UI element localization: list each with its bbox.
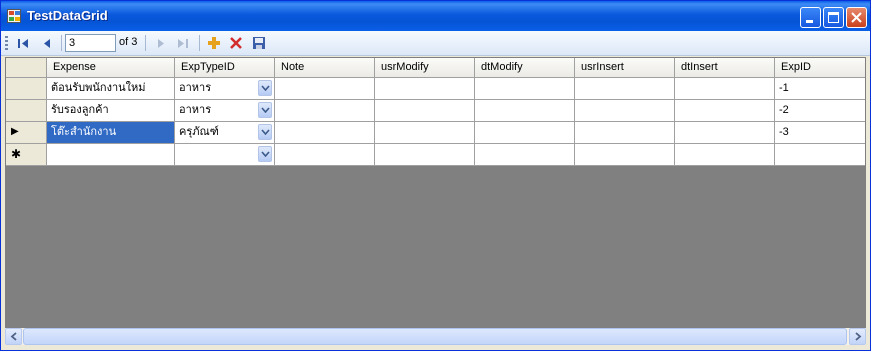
move-first-icon: [18, 39, 28, 48]
usrinsert-cell-new[interactable]: [575, 144, 675, 166]
expid-cell[interactable]: -1: [775, 78, 865, 100]
dtinsert-cell[interactable]: [675, 78, 775, 100]
delete-icon: [230, 37, 242, 49]
move-first-button[interactable]: [13, 34, 33, 52]
dropdown-button[interactable]: [258, 80, 272, 96]
app-window: TestDataGrid 3 of 3 Expense ExpTypeID No…: [0, 0, 871, 351]
corner-header[interactable]: [6, 58, 47, 78]
move-previous-button[interactable]: [37, 34, 57, 52]
save-button[interactable]: [249, 34, 269, 52]
expid-cell[interactable]: -3: [775, 122, 865, 144]
toolbar-grip[interactable]: [5, 36, 8, 50]
expense-cell[interactable]: ต้อนรับพนักงานใหม่: [47, 78, 175, 100]
dtmodify-cell[interactable]: [475, 78, 575, 100]
expense-cell[interactable]: รับรองลูกค้า: [47, 100, 175, 122]
minimize-button[interactable]: [800, 7, 821, 28]
add-new-button[interactable]: [204, 34, 224, 52]
row-header[interactable]: [6, 78, 47, 100]
column-header-usrinsert[interactable]: usrInsert: [575, 58, 675, 78]
column-header-usrmodify[interactable]: usrModify: [375, 58, 475, 78]
dropdown-arrow-icon: [260, 129, 270, 135]
dropdown-arrow-icon: [260, 107, 270, 113]
usrinsert-cell[interactable]: [575, 100, 675, 122]
maximize-icon: [828, 12, 839, 23]
column-header-note[interactable]: Note: [275, 58, 375, 78]
save-icon: [253, 37, 265, 49]
move-next-button[interactable]: [151, 34, 171, 52]
column-header-expense[interactable]: Expense: [47, 58, 175, 78]
scroll-right-icon: [854, 332, 861, 341]
note-cell[interactable]: [275, 100, 375, 122]
dropdown-button[interactable]: [258, 102, 272, 118]
column-header-dtmodify[interactable]: dtModify: [475, 58, 575, 78]
dtmodify-cell[interactable]: [475, 122, 575, 144]
usrmodify-cell-new[interactable]: [375, 144, 475, 166]
dtinsert-cell-new[interactable]: [675, 144, 775, 166]
exptype-cell-new[interactable]: [175, 144, 275, 166]
scroll-left-icon: [10, 332, 17, 341]
toolbar-separator: [145, 35, 146, 51]
usrmodify-cell[interactable]: [375, 100, 475, 122]
delete-button[interactable]: [226, 34, 246, 52]
note-cell[interactable]: [275, 122, 375, 144]
expid-cell[interactable]: -2: [775, 100, 865, 122]
scroll-thumb[interactable]: [23, 328, 847, 345]
binding-navigator: 3 of 3: [1, 31, 870, 56]
expense-cell-new[interactable]: [47, 144, 175, 166]
move-last-icon: [178, 39, 188, 48]
dtmodify-cell-new[interactable]: [475, 144, 575, 166]
move-previous-icon: [44, 39, 50, 48]
scroll-left-button[interactable]: [5, 328, 22, 345]
note-cell-new[interactable]: [275, 144, 375, 166]
horizontal-scrollbar[interactable]: [5, 328, 866, 345]
column-header-expid[interactable]: ExpID: [775, 58, 865, 78]
new-row-indicator[interactable]: ✱: [6, 144, 47, 166]
row-header[interactable]: [6, 100, 47, 122]
usrmodify-cell[interactable]: [375, 122, 475, 144]
expid-cell-new[interactable]: [775, 144, 865, 166]
toolbar-separator: [61, 35, 62, 51]
move-last-button[interactable]: [173, 34, 193, 52]
expense-cell-selected[interactable]: โต๊ะสำนักงาน: [47, 122, 175, 144]
exptype-value: อาหาร: [179, 104, 212, 116]
dtinsert-cell[interactable]: [675, 100, 775, 122]
title-bar[interactable]: TestDataGrid: [1, 1, 870, 31]
close-button[interactable]: [846, 7, 867, 28]
note-cell[interactable]: [275, 78, 375, 100]
scroll-right-button[interactable]: [849, 328, 866, 345]
toolbar-separator: [199, 35, 200, 51]
dropdown-arrow-icon: [260, 85, 270, 91]
dtinsert-cell[interactable]: [675, 122, 775, 144]
dropdown-arrow-icon: [260, 151, 270, 157]
close-icon: [851, 12, 862, 23]
dropdown-button[interactable]: [258, 146, 272, 162]
exptype-value: อาหาร: [179, 82, 212, 94]
usrinsert-cell[interactable]: [575, 122, 675, 144]
maximize-button[interactable]: [823, 7, 844, 28]
exptype-value: ครุภัณฑ์: [179, 126, 219, 138]
current-row-indicator[interactable]: ▶: [6, 122, 47, 144]
exptype-cell[interactable]: อาหาร: [175, 78, 275, 100]
dropdown-button[interactable]: [258, 124, 272, 140]
column-header-exptypeid[interactable]: ExpTypeID: [175, 58, 275, 78]
count-label: of 3: [119, 36, 138, 48]
data-grid[interactable]: Expense ExpTypeID Note usrModify dtModif…: [5, 57, 866, 328]
position-input[interactable]: 3: [65, 34, 116, 52]
dtmodify-cell[interactable]: [475, 100, 575, 122]
usrinsert-cell[interactable]: [575, 78, 675, 100]
usrmodify-cell[interactable]: [375, 78, 475, 100]
exptype-cell[interactable]: อาหาร: [175, 100, 275, 122]
window-title: TestDataGrid: [27, 8, 108, 23]
add-new-icon: [208, 37, 220, 49]
move-next-icon: [158, 39, 164, 48]
minimize-icon: [806, 20, 813, 23]
exptype-cell[interactable]: ครุภัณฑ์: [175, 122, 275, 144]
column-header-dtinsert[interactable]: dtInsert: [675, 58, 775, 78]
app-icon: [7, 9, 21, 23]
